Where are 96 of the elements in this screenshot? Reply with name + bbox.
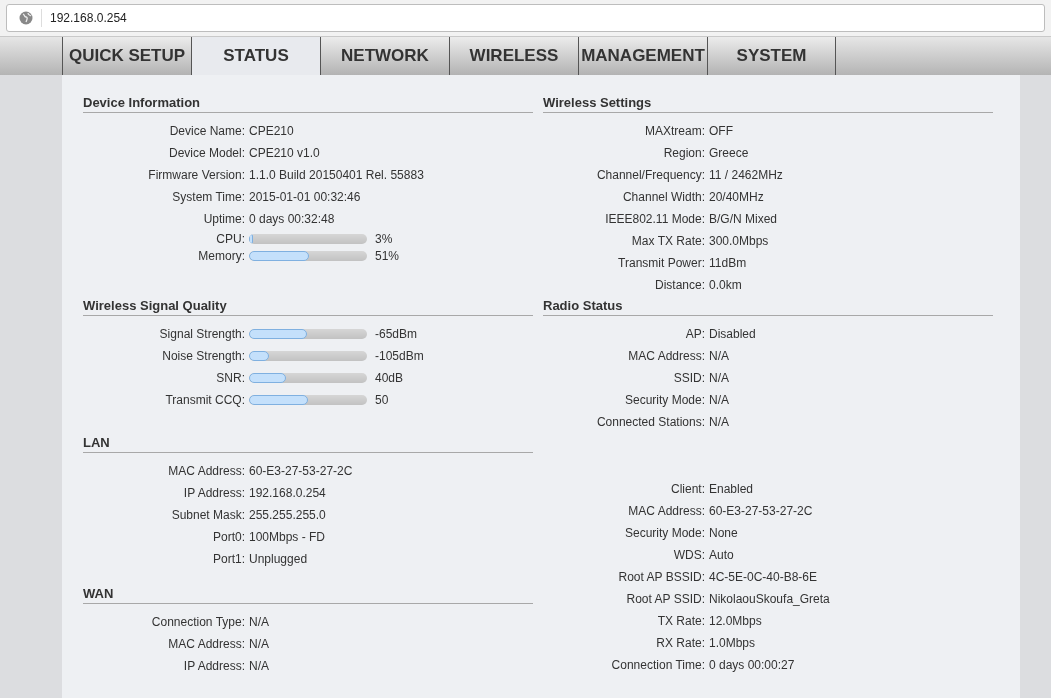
field-label: Device Model: bbox=[167, 145, 246, 162]
section-heading: Radio Status bbox=[543, 296, 993, 316]
globe-icon bbox=[19, 11, 33, 25]
field-value: -105dBm bbox=[375, 348, 424, 365]
field-value: Greece bbox=[709, 145, 749, 162]
field-label: Transmit Power: bbox=[617, 255, 706, 272]
section-heading: Wireless Settings bbox=[543, 93, 993, 113]
field-value: 100Mbps - FD bbox=[249, 529, 326, 546]
field-label: Connected Stations: bbox=[595, 414, 706, 431]
field-label: Signal Strength: bbox=[158, 326, 246, 343]
field-value: Enabled bbox=[709, 481, 754, 498]
field-label: IEEE802.11 Mode: bbox=[604, 211, 706, 228]
field-value: N/A bbox=[249, 614, 269, 631]
field-label: Channel Width: bbox=[621, 189, 706, 206]
field-label: AP: bbox=[684, 326, 706, 343]
field-value: 1.0Mbps bbox=[709, 635, 756, 652]
nav-tab[interactable]: NETWORK bbox=[320, 37, 449, 75]
field-value: N/A bbox=[249, 636, 269, 653]
field-label: Uptime: bbox=[202, 211, 246, 228]
field-value: Unplugged bbox=[249, 551, 308, 568]
field-value: Disabled bbox=[709, 326, 756, 343]
field-label: SNR: bbox=[215, 370, 246, 387]
field-label: MAXtream: bbox=[644, 123, 706, 140]
field-value: 11 / 2462MHz bbox=[709, 167, 783, 184]
field-value: 255.255.255.0 bbox=[249, 507, 326, 524]
field-label: MAC Address: bbox=[627, 503, 706, 520]
field-label: WDS: bbox=[672, 547, 706, 564]
field-label: Max TX Rate: bbox=[630, 233, 706, 250]
field-label: MAC Address: bbox=[167, 463, 246, 480]
field-label: Device Name: bbox=[168, 123, 246, 140]
field-label: MAC Address: bbox=[627, 348, 706, 365]
field-label: RX Rate: bbox=[655, 635, 706, 652]
field-label: IP Address: bbox=[182, 658, 246, 675]
nav-tab[interactable]: QUICK SETUP bbox=[62, 37, 191, 75]
field-label: Distance: bbox=[653, 277, 706, 294]
field-label: Port0: bbox=[212, 529, 246, 546]
field-value: 3% bbox=[375, 230, 393, 248]
field-value: 60-E3-27-53-27-2C bbox=[249, 463, 353, 480]
field-value: 0 days 00:00:27 bbox=[709, 657, 795, 674]
section-heading: Device Information bbox=[83, 93, 533, 113]
field-value: N/A bbox=[709, 348, 729, 365]
field-label: Security Mode: bbox=[623, 525, 706, 542]
nav-tab[interactable]: MANAGEMENT bbox=[578, 37, 707, 75]
field-value: -65dBm bbox=[375, 326, 418, 343]
nav-tab[interactable]: WIRELESS bbox=[449, 37, 578, 75]
field-label: Transmit CCQ: bbox=[164, 392, 246, 409]
field-label: TX Rate: bbox=[656, 613, 706, 630]
field-label: Port1: bbox=[212, 551, 246, 568]
field-value: 20/40MHz bbox=[709, 189, 764, 206]
field-label: Noise Strength: bbox=[161, 348, 246, 365]
field-value: 60-E3-27-53-27-2C bbox=[709, 503, 813, 520]
field-value: 0.0km bbox=[709, 277, 742, 294]
field-label: CPU: bbox=[215, 230, 246, 248]
field-value: N/A bbox=[709, 370, 729, 387]
field-value: 40dB bbox=[375, 370, 404, 387]
field-value: CPE210 v1.0 bbox=[249, 145, 320, 162]
field-value: N/A bbox=[709, 414, 729, 431]
field-label: Root AP BSSID: bbox=[617, 569, 706, 586]
section-heading: Wireless Signal Quality bbox=[83, 296, 533, 316]
field-value: N/A bbox=[709, 392, 729, 409]
field-value: NikolaouSkoufa_Greta bbox=[709, 591, 830, 608]
nav-tab[interactable]: SYSTEM bbox=[707, 37, 836, 75]
section-heading: LAN bbox=[83, 433, 533, 453]
field-value: N/A bbox=[249, 658, 269, 675]
url-text[interactable]: 192.168.0.254 bbox=[50, 9, 127, 27]
field-label: IP Address: bbox=[182, 485, 246, 502]
section-heading: WAN bbox=[83, 584, 533, 604]
field-label: SSID: bbox=[672, 370, 706, 387]
field-value: None bbox=[709, 525, 738, 542]
field-value: 11dBm bbox=[709, 255, 747, 272]
field-label: Memory: bbox=[197, 247, 246, 265]
field-label: Connection Time: bbox=[610, 657, 706, 674]
field-value: 12.0Mbps bbox=[709, 613, 762, 630]
field-value: OFF bbox=[709, 123, 733, 140]
field-value: 51% bbox=[375, 247, 400, 265]
field-value: 4C-5E-0C-40-B8-6E bbox=[709, 569, 818, 586]
field-value: 300.0Mbps bbox=[709, 233, 769, 250]
field-label: MAC Address: bbox=[167, 636, 246, 653]
nav-tab[interactable]: STATUS bbox=[191, 37, 320, 75]
field-value: 0 days 00:32:48 bbox=[249, 211, 335, 228]
field-label: System Time: bbox=[171, 189, 246, 206]
field-label: Firmware Version: bbox=[147, 167, 246, 184]
field-value: B/G/N Mixed bbox=[709, 211, 777, 228]
field-value: 2015-01-01 00:32:46 bbox=[249, 189, 361, 206]
field-label: Channel/Frequency: bbox=[595, 167, 706, 184]
field-label: Root AP SSID: bbox=[625, 591, 706, 608]
field-value: Auto bbox=[709, 547, 734, 564]
field-label: Client: bbox=[670, 481, 706, 498]
field-label: Region: bbox=[662, 145, 706, 162]
field-value: CPE210 bbox=[249, 123, 294, 140]
field-label: Connection Type: bbox=[150, 614, 246, 631]
field-label: Subnet Mask: bbox=[170, 507, 246, 524]
field-value: 1.1.0 Build 20150401 Rel. 55883 bbox=[249, 167, 424, 184]
field-label: Security Mode: bbox=[623, 392, 706, 409]
field-value: 50 bbox=[375, 392, 389, 409]
field-value: 192.168.0.254 bbox=[249, 485, 326, 502]
